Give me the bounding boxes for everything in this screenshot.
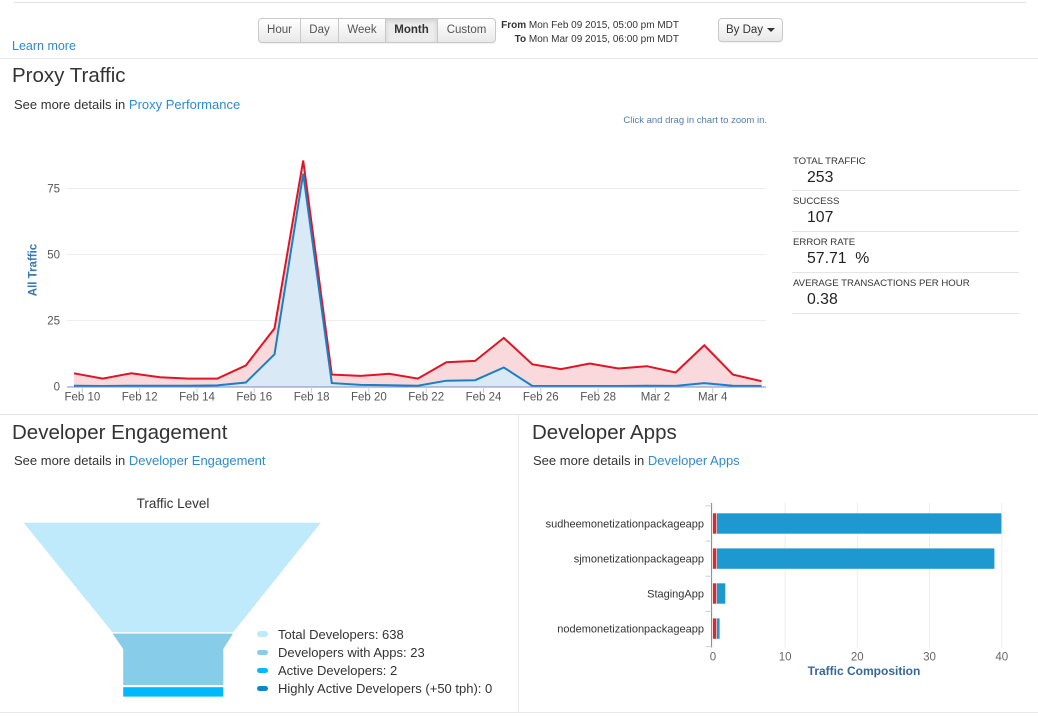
svg-text:Traffic Composition: Traffic Composition <box>808 664 921 678</box>
svg-text:10: 10 <box>779 652 792 664</box>
svg-text:75: 75 <box>47 184 60 196</box>
svg-text:Feb 18: Feb 18 <box>294 392 330 404</box>
svg-text:40: 40 <box>995 652 1008 664</box>
svg-text:Mar 4: Mar 4 <box>698 392 728 404</box>
svg-text:Feb 14: Feb 14 <box>179 392 215 404</box>
svg-text:Feb 28: Feb 28 <box>580 392 616 404</box>
svg-text:nodemonetizationpackageapp: nodemonetizationpackageapp <box>557 623 704 635</box>
svg-text:30: 30 <box>923 652 936 664</box>
svg-text:sudheemonetizationpackageapp: sudheemonetizationpackageapp <box>546 518 704 530</box>
svg-text:0: 0 <box>54 382 60 394</box>
svg-text:0: 0 <box>710 652 716 664</box>
svg-text:Mar 2: Mar 2 <box>641 392 670 404</box>
svg-text:Feb 26: Feb 26 <box>523 392 559 404</box>
svg-text:Feb 12: Feb 12 <box>122 392 158 404</box>
svg-text:All Traffic: All Traffic <box>28 243 40 296</box>
svg-text:20: 20 <box>851 652 864 664</box>
svg-text:Feb 16: Feb 16 <box>236 392 272 404</box>
svg-text:sjmonetizationpackageapp: sjmonetizationpackageapp <box>574 554 704 566</box>
svg-text:Feb 22: Feb 22 <box>408 392 444 404</box>
svg-text:StagingApp: StagingApp <box>647 588 704 600</box>
svg-text:Feb 10: Feb 10 <box>64 392 100 404</box>
svg-text:Feb 20: Feb 20 <box>351 392 387 404</box>
svg-text:25: 25 <box>47 316 60 328</box>
svg-text:50: 50 <box>47 250 60 262</box>
svg-text:Feb 24: Feb 24 <box>466 392 502 404</box>
